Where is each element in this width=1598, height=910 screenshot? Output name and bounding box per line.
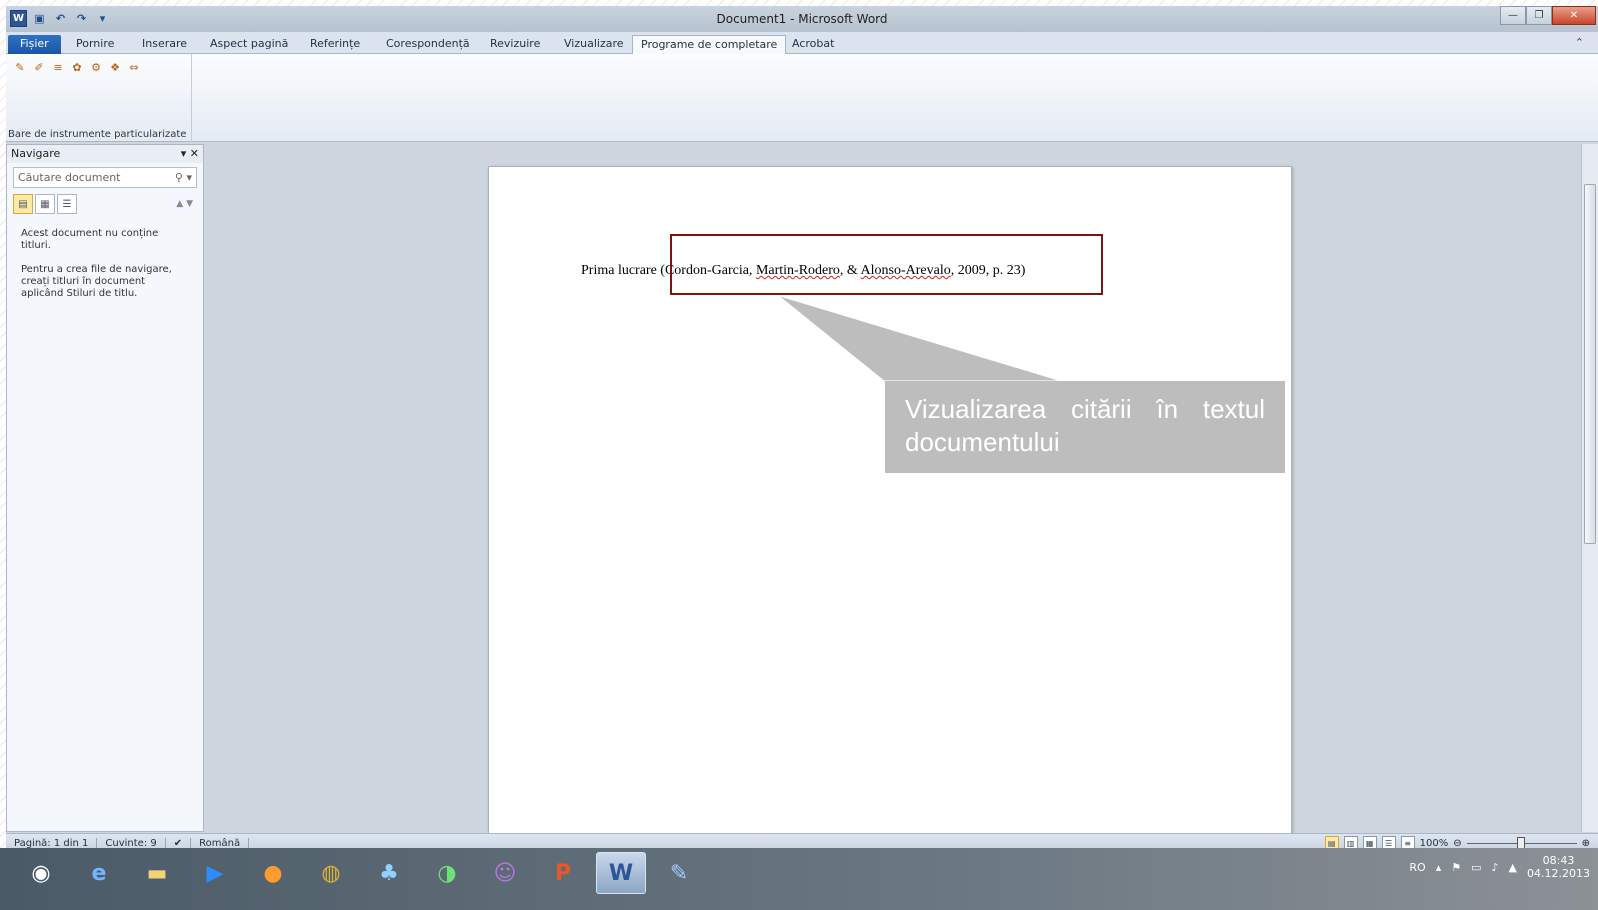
zoom-slider-thumb[interactable] — [1516, 836, 1525, 849]
tab-mailings[interactable]: Corespondență — [378, 35, 478, 54]
tab-home[interactable]: Pornire — [68, 35, 122, 54]
internet-explorer-icon[interactable]: e — [74, 852, 124, 894]
tab-review[interactable]: Revizuire — [482, 35, 548, 54]
app-icon-green[interactable]: ◑ — [422, 852, 472, 894]
nav-search-placeholder: Căutare document — [18, 171, 121, 184]
window-controls: — ❐ ✕ — [1500, 6, 1596, 25]
people-icon[interactable]: ♣ — [364, 852, 414, 894]
nav-prev-next-icon[interactable]: ▲ ▼ — [176, 199, 193, 209]
chrome-icon[interactable]: ◍ — [306, 852, 356, 894]
minimize-ribbon-icon[interactable]: ⌃ — [1575, 36, 1584, 49]
citation-highlight-box — [670, 234, 1103, 295]
word-taskbar-icon[interactable]: W — [596, 852, 646, 894]
file-explorer-icon[interactable]: ▬ — [132, 852, 182, 894]
zoom-in-icon[interactable]: ⊕ — [1582, 838, 1590, 849]
media-player-icon[interactable]: ▶ — [190, 852, 240, 894]
clock-date: 04.12.2013 — [1527, 867, 1590, 881]
toolbar-icon-4[interactable]: ✿ — [69, 60, 85, 74]
document-page[interactable]: Prima lucrare (Cordon-Garcia, Martin-Rod… — [488, 166, 1292, 846]
toolbar-icon-3[interactable]: ≡ — [50, 60, 66, 74]
search-icon[interactable]: ⚲ ▾ — [175, 171, 192, 184]
firefox-icon[interactable]: ● — [248, 852, 298, 894]
tab-insert[interactable]: Inserare — [134, 35, 195, 54]
close-button[interactable]: ✕ — [1552, 6, 1596, 25]
zoom-out-icon[interactable]: ⊖ — [1453, 838, 1461, 849]
toolbar-icon-7[interactable]: ⇔ — [126, 60, 142, 74]
tab-view[interactable]: Vizualizare — [556, 35, 632, 54]
document-area: Prima lucrare (Cordon-Garcia, Martin-Rod… — [206, 144, 1598, 846]
system-tray: RO ▴ ⚑ ▭ ♪ ▲ 08:43 04.12.2013 — [1409, 854, 1590, 880]
vertical-scrollbar[interactable] — [1581, 144, 1598, 832]
tray-language[interactable]: RO — [1409, 861, 1425, 874]
taskbar: ◉ e ▬ ▶ ● ◍ ♣ ◑ ☺ P W ✎ RO ▴ ⚑ ▭ ♪ ▲ 08:… — [0, 848, 1598, 910]
google-drive-icon[interactable]: ▲ — [1509, 861, 1517, 874]
nav-view-buttons: ▤ ▦ ☰ ▲ ▼ — [13, 194, 197, 214]
clock[interactable]: 08:43 04.12.2013 — [1527, 854, 1590, 880]
navigation-pane: Navigare ▾ ✕ Căutare document ⚲ ▾ ▤ ▦ ☰ … — [6, 144, 204, 832]
ribbon-tabs: Fișier Pornire Inserare Aspect pagină Re… — [6, 32, 1598, 55]
headings-view-icon[interactable]: ▤ — [13, 194, 33, 214]
zoom-slider[interactable] — [1466, 836, 1577, 849]
ribbon-group-custom-toolbars: ✎ ✐ ≡ ✿ ⚙ ❖ ⇔ Bare de instrumente partic… — [6, 54, 192, 142]
maximize-button[interactable]: ❐ — [1526, 6, 1552, 25]
zoom-level[interactable]: 100% — [1420, 838, 1449, 849]
callout-box: Vizualizarea citării în textul documentu… — [885, 381, 1285, 473]
ribbon: ✎ ✐ ≡ ✿ ⚙ ❖ ⇔ Bare de instrumente partic… — [6, 54, 1598, 142]
scrollbar-thumb[interactable] — [1584, 184, 1596, 544]
nav-header: Navigare ▾ ✕ — [7, 145, 203, 163]
nav-msg-2: Pentru a crea file de navigare, creați t… — [21, 264, 172, 299]
tray-expand-icon[interactable]: ▴ — [1436, 861, 1442, 874]
yahoo-messenger-icon[interactable]: ☺ — [480, 852, 530, 894]
powerpoint-icon[interactable]: P — [538, 852, 588, 894]
nav-search-input[interactable]: Căutare document ⚲ ▾ — [13, 167, 197, 188]
nav-close-icon[interactable]: ▾ ✕ — [181, 147, 199, 161]
toolbar-icon-2[interactable]: ✐ — [31, 60, 47, 74]
tab-addins[interactable]: Programe de completare — [632, 35, 787, 55]
network-icon[interactable]: ▭ — [1471, 861, 1481, 874]
word-window: W ▣ ↶ ↷ ▾ Document1 - Microsoft Word — ❐… — [6, 6, 1598, 910]
title-bar: W ▣ ↶ ↷ ▾ Document1 - Microsoft Word — ❐… — [6, 6, 1598, 32]
results-view-icon[interactable]: ☰ — [57, 194, 77, 214]
pages-view-icon[interactable]: ▦ — [35, 194, 55, 214]
paint-icon[interactable]: ✎ — [654, 852, 704, 894]
tab-file[interactable]: Fișier — [8, 35, 61, 54]
nav-empty-message: Acest document nu conține titluri. Pentr… — [21, 228, 189, 300]
volume-icon[interactable]: ♪ — [1492, 861, 1499, 874]
nav-title: Navigare — [11, 147, 61, 160]
tab-page-layout[interactable]: Aspect pagină — [202, 35, 296, 54]
tab-references[interactable]: Referințe — [302, 35, 368, 54]
nav-msg-1: Acest document nu conține titluri. — [21, 228, 159, 251]
tab-acrobat[interactable]: Acrobat — [784, 35, 842, 54]
clock-time: 08:43 — [1542, 854, 1575, 867]
action-center-flag-icon[interactable]: ⚑ — [1451, 861, 1461, 874]
minimize-button[interactable]: — — [1500, 6, 1526, 25]
toolbar-icon-6[interactable]: ❖ — [107, 60, 123, 74]
window-title: Document1 - Microsoft Word — [716, 12, 888, 26]
ribbon-group-label: Bare de instrumente particularizate — [8, 129, 187, 140]
start-button-icon[interactable]: ◉ — [16, 852, 66, 894]
toolbar-icon-5[interactable]: ⚙ — [88, 60, 104, 74]
toolbar-icon-1[interactable]: ✎ — [12, 60, 28, 74]
text-prefix: Prima lucrare — [581, 263, 661, 278]
